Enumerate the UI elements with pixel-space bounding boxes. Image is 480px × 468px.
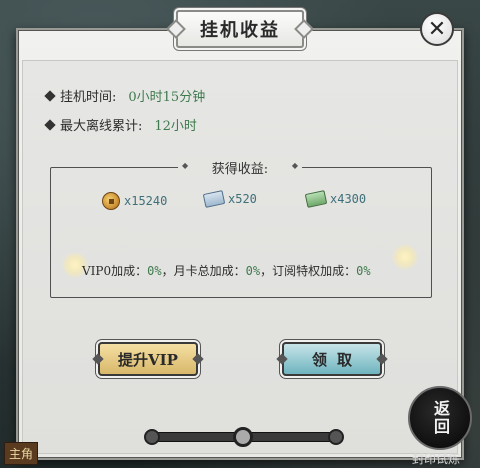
monthly-bonus-label: 月卡总加成： <box>173 264 246 278</box>
subscription-bonus-value: 0% <box>356 264 371 278</box>
max-offline-row: 最大离线累计: 12小时 <box>44 115 197 134</box>
separator: ， <box>260 264 273 278</box>
hero-tag[interactable]: 主角 <box>4 442 39 465</box>
idle-time-value: 0小时15分钟 <box>128 90 206 105</box>
bullet-icon <box>44 118 56 131</box>
idle-time-row: 挂机时间: 0小时15分钟 <box>44 86 206 105</box>
reward-section-header: 获得收益: <box>178 158 302 177</box>
reward-item-scroll[interactable]: x520 <box>202 190 257 208</box>
vip-bonus-label: VIP0加成： <box>82 264 148 278</box>
track-center-icon <box>233 427 253 447</box>
monthly-bonus-value: 0% <box>245 264 261 278</box>
close-icon: ✕ <box>427 16 447 42</box>
back-label: 返回 <box>431 400 450 436</box>
upgrade-vip-button[interactable]: 提升VIP <box>98 342 198 376</box>
coin-icon <box>102 192 120 210</box>
close-button[interactable]: ✕ <box>420 12 454 46</box>
back-button[interactable]: 返回 <box>408 386 472 450</box>
track-end-icon <box>328 429 344 445</box>
subscription-bonus-label: 订阅特权加成： <box>272 264 357 278</box>
max-offline-label: 最大离线累计: <box>60 119 143 134</box>
max-offline-value: 12小时 <box>154 119 197 134</box>
claim-button[interactable]: 领取 <box>282 342 382 376</box>
bonus-line: VIP0加成：0%，月卡总加成：0%，订阅特权加成：0% <box>82 262 371 279</box>
dialog-title: 挂机收益 <box>200 20 280 41</box>
sparkle-icon <box>392 244 418 270</box>
reward-section-label: 获得收益: <box>211 161 269 177</box>
trial-label: 封印试炼 <box>412 452 461 466</box>
reward-amount: x4300 <box>330 192 367 206</box>
reward-item-ticket[interactable]: x4300 <box>304 190 367 208</box>
track-end-icon <box>144 429 160 445</box>
reward-amount: x15240 <box>124 194 168 208</box>
scroll-icon <box>202 190 226 208</box>
reward-amount: x520 <box>228 192 257 206</box>
separator: ， <box>161 264 174 278</box>
dialog-title-plate: 挂机收益 <box>176 10 304 48</box>
reward-item-coin[interactable]: x15240 <box>102 192 167 210</box>
vip-bonus-value: 0% <box>147 264 162 278</box>
idle-time-label: 挂机时间: <box>60 90 117 105</box>
ticket-icon <box>304 190 328 208</box>
bullet-icon <box>44 89 56 102</box>
